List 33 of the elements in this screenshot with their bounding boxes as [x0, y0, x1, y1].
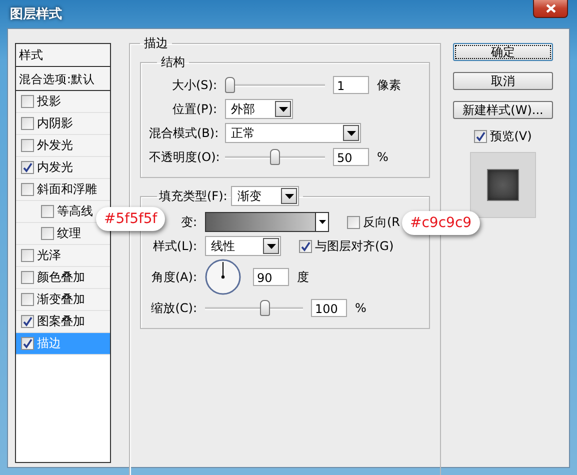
unit-label: 像素 — [377, 76, 401, 94]
style-label: 颜色叠加 — [37, 269, 85, 286]
field-label: 填充类型(F): — [158, 188, 228, 204]
style-label: 渐变叠加 — [37, 291, 85, 308]
unit-label: 度 — [297, 268, 309, 286]
unit-label: % — [355, 301, 366, 315]
window-title: 图层样式 — [9, 6, 62, 23]
color-value-tooltip: #c9c9c9 — [402, 211, 480, 235]
style-label: 外发光 — [37, 137, 73, 154]
style-label: 斜面和浮雕 — [37, 181, 97, 198]
field-label: 大小(S): — [170, 76, 217, 94]
field-label: 缩放(C): — [150, 300, 197, 316]
color-value-tooltip: #5f5f5f — [96, 207, 166, 231]
checkbox-label: 反向(R — [363, 214, 400, 230]
style-label: 图案叠加 — [37, 313, 85, 330]
field-label: 不透明度(O): — [149, 148, 217, 166]
field-label: 位置(P): — [171, 100, 217, 118]
field-label: 角度(A): — [150, 268, 197, 286]
style-label: 内阴影 — [37, 115, 73, 132]
checkbox-label: 预览(V) — [490, 128, 532, 145]
style-label: 投影 — [37, 93, 61, 110]
field-label: 样式(L): — [152, 238, 197, 254]
unit-label: % — [377, 150, 388, 164]
style-label: 纹理 — [57, 225, 81, 242]
group-title: 结构 — [160, 54, 186, 71]
style-label: 光泽 — [37, 247, 61, 264]
style-label: 内发光 — [37, 159, 73, 176]
section-title: 描边 — [143, 35, 169, 52]
list-header: 样式 — [16, 44, 110, 67]
field-label: 混合模式(B): — [149, 124, 217, 142]
checkbox-label: 与图层对齐(G) — [315, 238, 394, 254]
style-label: 等高线 — [57, 203, 93, 220]
style-label: 描边 — [37, 335, 61, 352]
